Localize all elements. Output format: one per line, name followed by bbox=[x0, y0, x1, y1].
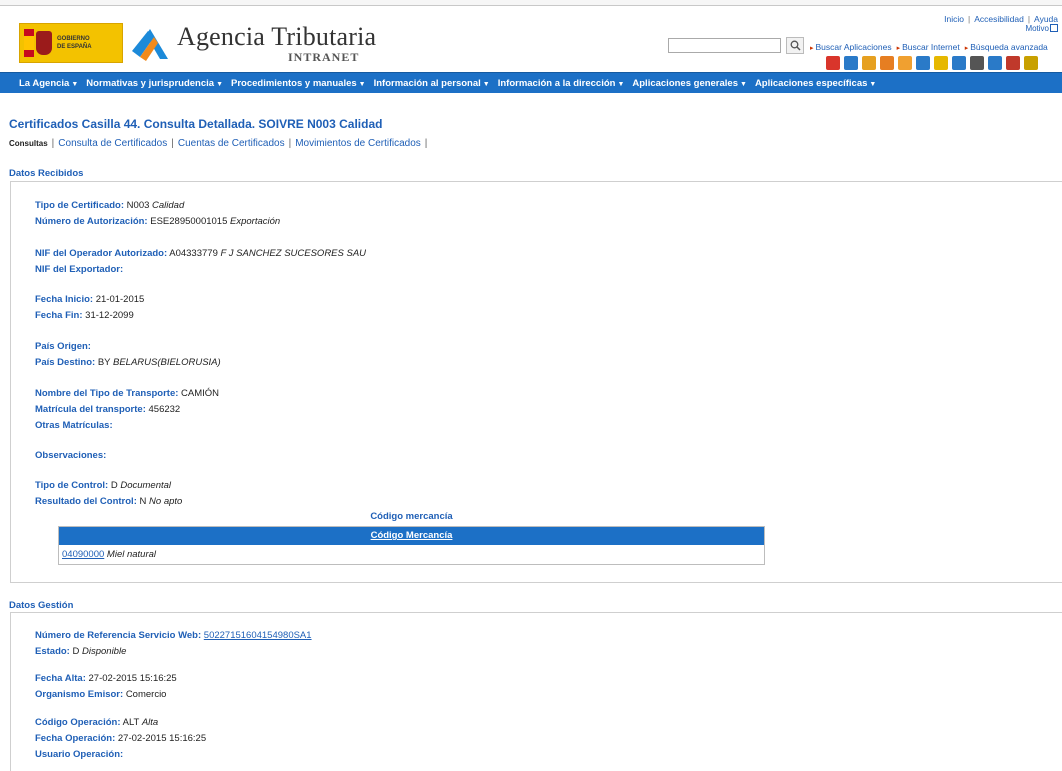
alert-icon[interactable] bbox=[880, 56, 894, 70]
field-otras-matriculas: Otras Matrículas: bbox=[35, 420, 113, 431]
mercancia-desc: Miel natural bbox=[106, 549, 157, 560]
link-accesibilidad[interactable]: Accesibilidad bbox=[974, 14, 1024, 24]
chat-icon[interactable] bbox=[898, 56, 912, 70]
folder-icon[interactable] bbox=[862, 56, 876, 70]
link-buscar-internet[interactable]: ▸ Buscar Internet bbox=[897, 42, 960, 52]
mercancia-table-caption: Código mercancía bbox=[370, 511, 453, 522]
field-estado: Estado: D Disponible bbox=[35, 646, 127, 657]
link-busqueda-avanzada[interactable]: ▸ Búsqueda avanzada bbox=[965, 42, 1048, 52]
menu-aplicaciones-generales[interactable]: Aplicaciones generales ▼ bbox=[632, 78, 747, 89]
agency-name: Agencia Tributaria bbox=[177, 22, 377, 51]
link-ayuda[interactable]: Ayuda bbox=[1034, 14, 1058, 24]
tab-consulta-certificados[interactable]: Consulta de Certificados bbox=[58, 138, 167, 149]
field-tipo-control: Tipo de Control: D Documental bbox=[35, 480, 172, 491]
field-usuario-operacion: Usuario Operación: bbox=[35, 749, 124, 760]
external-window-icon bbox=[1050, 24, 1058, 32]
link-inicio[interactable]: Inicio bbox=[944, 14, 964, 24]
field-matricula: Matrícula del transporte: 456232 bbox=[35, 404, 181, 415]
field-nif-exportador: NIF del Exportador: bbox=[35, 264, 124, 275]
field-pais-destino: País Destino: BY BELARUS(BIELORUSIA) bbox=[35, 357, 221, 368]
agencia-tributaria-logo-icon[interactable] bbox=[130, 21, 170, 63]
tab-cuentas-certificados[interactable]: Cuentas de Certificados bbox=[178, 138, 285, 149]
field-observaciones: Observaciones: bbox=[35, 450, 107, 461]
menu-informacion-personal[interactable]: Información al personal ▼ bbox=[374, 78, 490, 89]
chart-icon[interactable] bbox=[826, 56, 840, 70]
menu-normativas[interactable]: Normativas y jurisprudencia ▼ bbox=[86, 78, 223, 89]
mercancia-table: Código Mercancía 04090000 Miel natural bbox=[58, 526, 765, 565]
close-x-icon[interactable] bbox=[1006, 56, 1020, 70]
table-row: 04090000 Miel natural bbox=[59, 545, 764, 565]
gobierno-text: GOBIERNO DE ESPAÑA bbox=[57, 36, 92, 50]
menu-la-agencia[interactable]: La Agencia ▼ bbox=[19, 78, 78, 89]
field-nombre-transporte: Nombre del Tipo de Transporte: CAMIÓN bbox=[35, 388, 220, 399]
translate-icon[interactable] bbox=[988, 56, 1002, 70]
chevron-down-icon: ▼ bbox=[482, 80, 490, 88]
coat-of-arms-icon bbox=[36, 31, 52, 55]
menu-informacion-direccion[interactable]: Información a la dirección ▼ bbox=[498, 78, 625, 89]
referencia-link[interactable]: 50227151604154980SA1 bbox=[204, 630, 312, 641]
field-numero-autorizacion: Número de Autorización: ESE28950001015 E… bbox=[35, 216, 281, 227]
field-nif-operador: NIF del Operador Autorizado: A04333779 F… bbox=[35, 248, 367, 259]
sub-navigation: Consultas | Consulta de Certificados | Cuent… bbox=[9, 138, 428, 149]
agency-subtitle: INTRANET bbox=[288, 50, 360, 64]
tab-consultas: Consultas bbox=[9, 139, 48, 148]
tab-movimientos-certificados[interactable]: Movimientos de Certificados bbox=[295, 138, 421, 149]
motivo-link[interactable]: Motivo bbox=[1025, 24, 1058, 33]
chevron-down-icon: ▼ bbox=[358, 80, 366, 88]
download-icon[interactable] bbox=[844, 56, 858, 70]
chevron-down-icon: ▼ bbox=[617, 80, 625, 88]
gobierno-espana-logo[interactable]: GOBIERNO DE ESPAÑA bbox=[19, 23, 123, 63]
field-fecha-fin: Fecha Fin: 31-12-2099 bbox=[35, 310, 134, 321]
field-numero-referencia: Número de Referencia Servicio Web: 50227… bbox=[35, 630, 312, 641]
main-menu-bar: La Agencia ▼ Normativas y jurisprudencia ▼… bbox=[0, 72, 1062, 93]
field-fecha-inicio: Fecha Inicio: 21-01-2015 bbox=[35, 294, 145, 305]
chevron-down-icon: ▼ bbox=[71, 80, 79, 88]
mercancia-code-link[interactable]: 04090000 bbox=[62, 549, 104, 560]
section-title-datos-gestion: Datos Gestión bbox=[9, 600, 74, 611]
field-organismo-emisor: Organismo Emisor: Comercio bbox=[35, 689, 167, 700]
mail-icon[interactable] bbox=[970, 56, 984, 70]
chevron-down-icon: ▼ bbox=[740, 80, 747, 88]
quick-links: ▸ Buscar Aplicaciones ▸ Buscar Internet ▸ Bús… bbox=[810, 42, 1053, 52]
spain-flag-icon bbox=[24, 29, 34, 57]
section-title-datos-recibidos: Datos Recibidos bbox=[9, 168, 84, 179]
mercancia-column-header[interactable]: Código Mercancía bbox=[59, 527, 764, 545]
field-tipo-certificado: Tipo de Certificado: N003 Calidad bbox=[35, 200, 185, 211]
chevron-down-icon: ▼ bbox=[216, 80, 223, 88]
field-fecha-operacion: Fecha Operación: 27-02-2015 15:16:25 bbox=[35, 733, 207, 744]
field-fecha-alta: Fecha Alta: 27-02-2015 15:16:25 bbox=[35, 673, 177, 684]
top-links: Inicio | Accesibilidad | Ayuda bbox=[944, 14, 1058, 24]
site-header: GOBIERNO DE ESPAÑA Agencia Tributaria IN… bbox=[0, 6, 1062, 72]
menu-aplicaciones-especificas[interactable]: Aplicaciones específicas ▼ bbox=[755, 78, 876, 89]
calendar-icon[interactable] bbox=[916, 56, 930, 70]
menu-procedimientos[interactable]: Procedimientos y manuales ▼ bbox=[231, 78, 366, 89]
chevron-down-icon: ▼ bbox=[869, 80, 877, 88]
page-title: Certificados Casilla 44. Consulta Detall… bbox=[9, 117, 383, 131]
field-pais-origen: País Origen: bbox=[35, 341, 91, 352]
field-codigo-operacion: Código Operación: ALT Alta bbox=[35, 717, 159, 728]
field-resultado-control: Resultado del Control: N No apto bbox=[35, 496, 183, 507]
tool-icon-bar bbox=[826, 56, 1038, 72]
lock-icon[interactable] bbox=[1024, 56, 1038, 70]
datos-recibidos-panel bbox=[10, 181, 1062, 583]
search-input[interactable] bbox=[668, 38, 781, 53]
link-buscar-aplicaciones[interactable]: ▸ Buscar Aplicaciones bbox=[810, 42, 892, 52]
search-button[interactable] bbox=[786, 37, 804, 54]
phone-icon[interactable] bbox=[952, 56, 966, 70]
notes-icon[interactable] bbox=[934, 56, 948, 70]
search-icon bbox=[790, 40, 801, 51]
